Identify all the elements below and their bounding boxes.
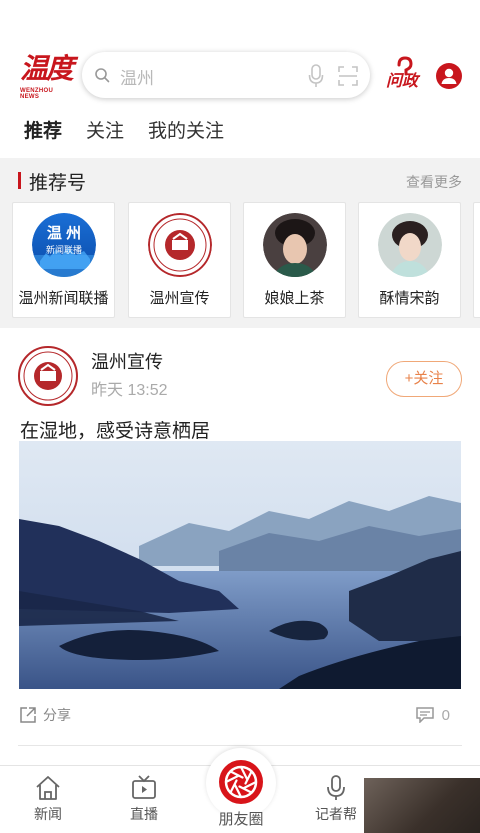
section-accent-bar [18,172,21,189]
voice-search-icon[interactable] [308,64,324,88]
logo-subtext: WENZHOU NEWS [20,88,54,100]
account-card-partial[interactable] [473,202,480,318]
account-name: 温州宣传 [149,290,210,307]
follow-button[interactable]: +关注 [386,361,462,397]
floating-video-thumbnail[interactable] [364,778,480,833]
post-image[interactable] [19,441,461,689]
avatar-text-wenzhou: 温 州 [46,225,82,242]
mic-icon [327,775,345,800]
recommended-title: 推荐号 [29,173,87,194]
recommended-accounts-section: 推荐号 查看更多 温 州 新闻联播 温州新闻联播 温州宣传 娘娘上茶 酥情宋韵 [0,158,480,328]
post-divider [18,745,462,746]
top-header: 温度 WENZHOU NEWS 温州 问政 [0,50,480,102]
nav-label: 记者帮 [315,806,357,822]
post-author-name[interactable]: 温州宣传 [91,348,163,374]
search-icon [95,68,110,83]
nav-label-moments: 朋友圈 [218,811,264,828]
search-bar[interactable]: 温州 [82,52,370,98]
tab-recommended[interactable]: 推荐 [24,116,62,150]
share-action[interactable]: 分享 [19,705,71,725]
wenzhou-publicity-avatar [148,213,212,277]
nav-label: 直播 [130,806,158,822]
nav-item-reporter-help[interactable]: 记者帮 [306,774,366,824]
ask-government-icon[interactable]: 问政 [384,56,424,96]
tv-icon [132,775,156,799]
app-logo[interactable]: 温度 WENZHOU NEWS [20,52,74,102]
wenzhou-news-avatar: 温 州 新闻联播 [32,213,96,277]
nav-item-live[interactable]: 直播 [114,774,174,824]
post-title[interactable]: 在湿地，感受诗意栖居 [20,416,210,443]
scan-icon[interactable] [338,66,358,86]
account-card-suqing-songyun[interactable]: 酥情宋韵 [358,202,461,318]
suqing-songyun-avatar [378,213,442,277]
nav-label: 新闻 [34,806,62,822]
svg-text:问政: 问政 [386,72,421,90]
comment-icon [415,707,434,723]
account-name: 温州新闻联播 [18,290,109,307]
post-timestamp: 昨天 13:52 [91,382,168,399]
recommended-header: 推荐号 查看更多 [18,168,462,194]
tab-my-following[interactable]: 我的关注 [148,116,224,150]
account-name: 酥情宋韵 [379,290,440,307]
account-name: 娘娘上茶 [264,290,325,307]
nav-item-news[interactable]: 新闻 [18,774,78,824]
share-label: 分享 [43,707,71,723]
search-placeholder: 温州 [120,69,154,88]
tab-following[interactable]: 关注 [86,116,124,150]
recommended-cards: 温 州 新闻联播 温州新闻联播 温州宣传 娘娘上茶 酥情宋韵 [12,202,480,318]
post-author-avatar[interactable] [18,346,78,406]
account-card-niangniang-tea[interactable]: 娘娘上茶 [243,202,346,318]
logo-text: 温度 [20,52,74,85]
home-icon [36,776,60,800]
avatar-text-news: 新闻联播 [45,245,82,255]
comment-action[interactable]: 0 [415,705,450,725]
shutter-icon [219,760,263,804]
niangniang-tea-avatar [263,213,327,277]
see-more-link[interactable]: 查看更多 [406,172,462,192]
account-card-wenzhou-publicity[interactable]: 温州宣传 [128,202,231,318]
account-card-wenzhou-news[interactable]: 温 州 新闻联播 温州新闻联播 [12,202,115,318]
feed-tabs: 推荐 关注 我的关注 [24,116,248,150]
user-profile-icon[interactable] [436,63,462,89]
share-icon [20,707,36,723]
comment-count: 0 [441,706,450,724]
